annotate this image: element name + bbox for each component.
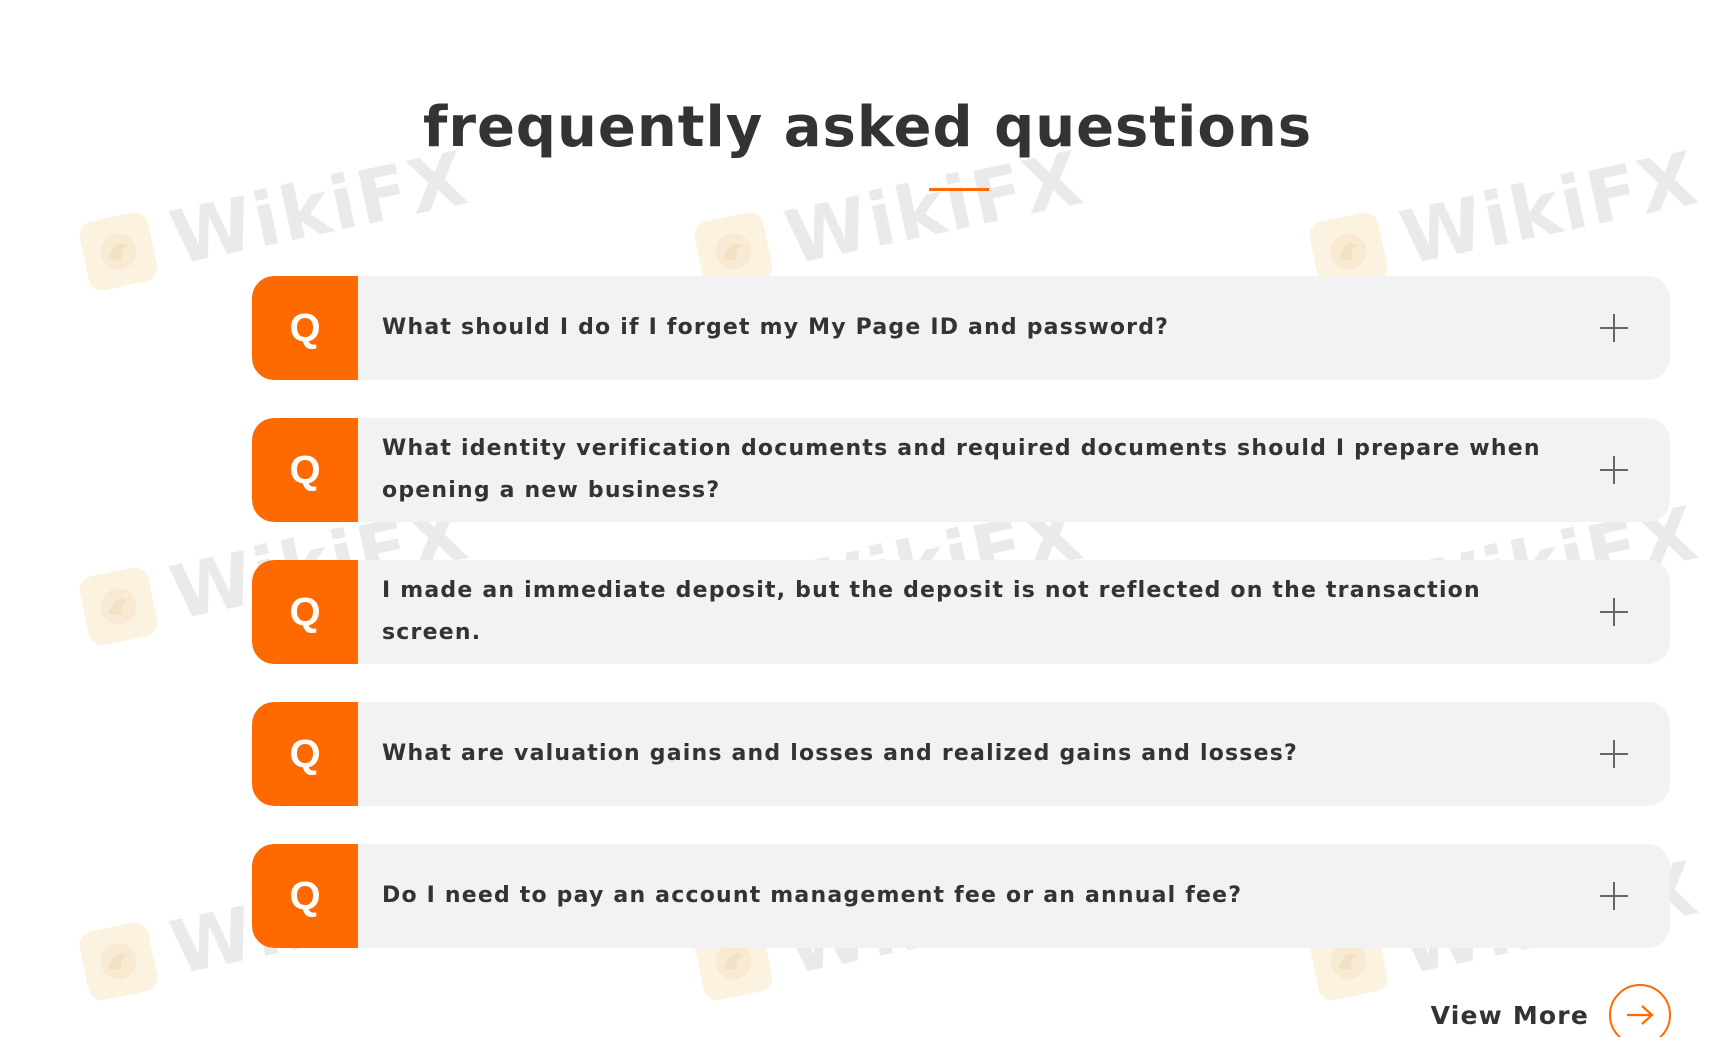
view-more-label: View More [1430,1000,1589,1030]
watermark-logo-icon [76,919,161,1003]
faq-question-text: Do I need to pay an account management f… [382,883,1243,908]
watermark-logo-icon [76,564,161,648]
plus-icon[interactable] [1594,592,1634,632]
faq-item[interactable]: Q What identity verification documents a… [252,418,1670,522]
plus-icon[interactable] [1594,308,1634,348]
q-badge: Q [252,276,358,380]
faq-item[interactable]: Q What are valuation gains and losses an… [252,702,1670,806]
faq-item[interactable]: Q I made an immediate deposit, but the d… [252,560,1670,664]
faq-page: WikiFX WikiFX WikiFX WikiFX WikiFX WikiF… [0,0,1735,1037]
q-badge: Q [252,702,358,806]
arrow-right-icon[interactable] [1609,984,1671,1037]
view-more-link[interactable]: View More [1431,984,1671,1037]
q-badge: Q [252,560,358,664]
q-badge: Q [252,418,358,522]
title-underline [929,188,989,191]
plus-icon[interactable] [1594,876,1634,916]
section-title: frequently asked questions [422,95,1313,160]
faq-item[interactable]: Q Do I need to pay an account management… [252,844,1670,948]
faq-list: Q What should I do if I forget my My Pag… [252,276,1670,986]
faq-item[interactable]: Q What should I do if I forget my My Pag… [252,276,1670,380]
watermark-logo-icon [76,209,161,293]
faq-question-text: What should I do if I forget my My Page … [382,315,1170,340]
plus-icon[interactable] [1594,734,1634,774]
faq-question-text: I made an immediate deposit, but the dep… [382,578,1481,645]
faq-question-text: What are valuation gains and losses and … [382,741,1298,766]
faq-question-text: What identity verification documents and… [382,436,1541,503]
plus-icon[interactable] [1594,450,1634,490]
q-badge: Q [252,844,358,948]
